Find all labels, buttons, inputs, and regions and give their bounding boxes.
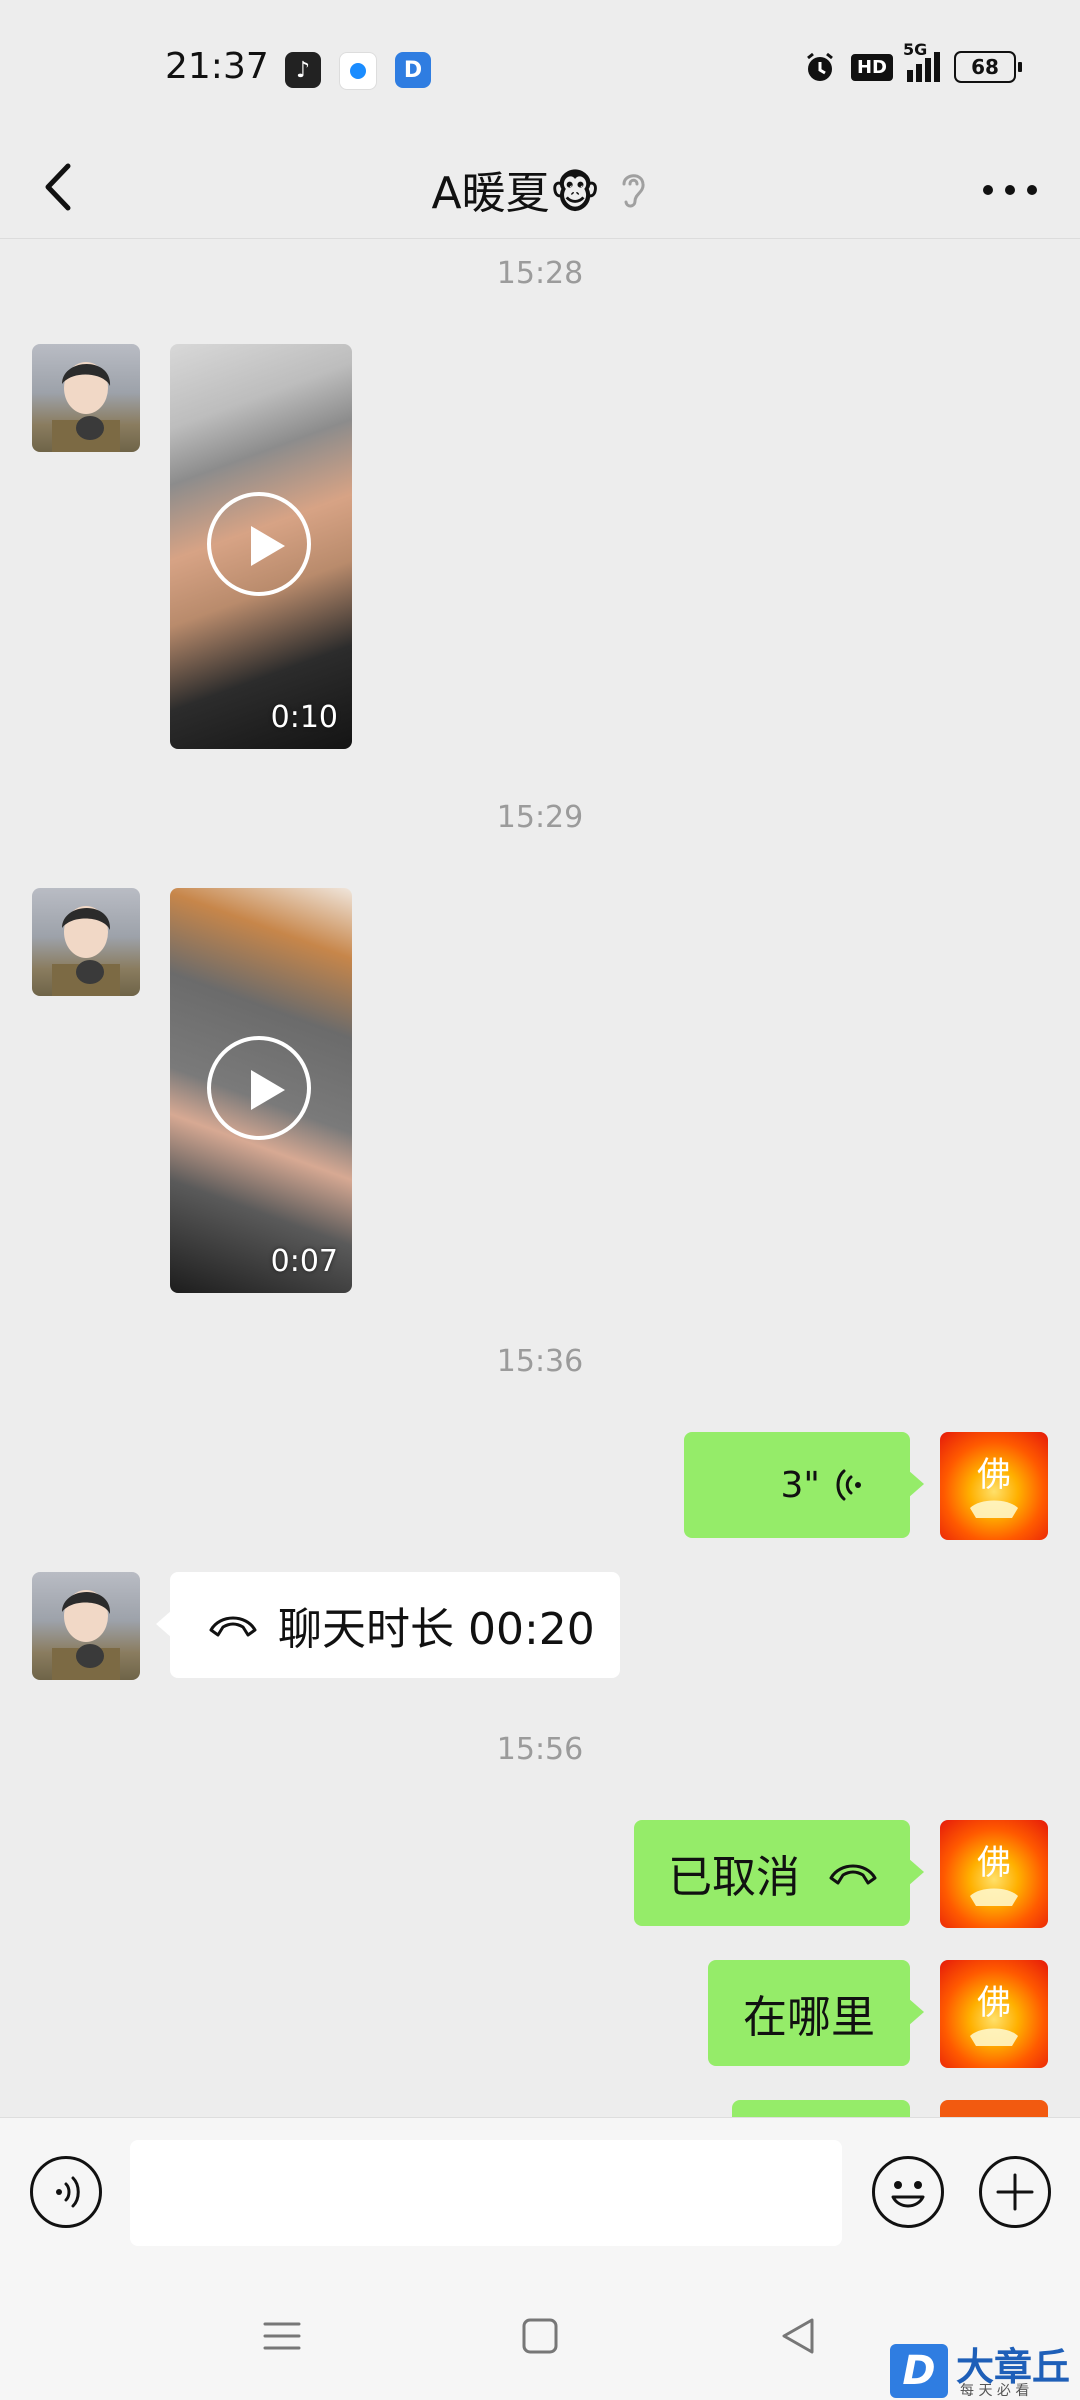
watermark-slogan: 每 天 必 看 [960, 2383, 1030, 2399]
more-functions-button[interactable] [979, 2156, 1051, 2228]
hd-badge: HD [850, 53, 893, 81]
my-avatar[interactable]: 佛 [940, 1960, 1048, 2068]
my-avatar-partial [940, 2100, 1048, 2117]
play-icon[interactable] [207, 1036, 311, 1140]
dazhangqiu-logo-icon: D [890, 2344, 948, 2398]
tiktok-icon: ♪ [285, 52, 321, 88]
call-cancelled-text: 已取消 [668, 1852, 800, 1903]
chat-title[interactable]: A暖夏🐵 [432, 157, 601, 221]
video-message[interactable]: 0:07 [170, 888, 352, 1293]
timestamp: 15:28 [496, 256, 584, 291]
timestamp: 15:36 [496, 1344, 584, 1379]
voice-duration: 3" [780, 1464, 820, 1506]
svg-text:佛: 佛 [977, 1843, 1011, 1883]
play-icon[interactable] [207, 492, 311, 596]
plus-icon [996, 2173, 1034, 2211]
video-duration: 0:07 [270, 1244, 338, 1279]
message-input[interactable] [130, 2140, 842, 2246]
smiley-icon [891, 2181, 925, 2208]
dazhangqiu-app-icon: D [395, 52, 431, 88]
voice-message[interactable]: 3" [684, 1432, 924, 1538]
browser-icon [339, 52, 377, 90]
battery-indicator: 68 [954, 51, 1022, 83]
svg-text:佛: 佛 [977, 1455, 1011, 1495]
message-bubble-partial[interactable] [732, 2100, 910, 2117]
watermark: D 大章丘 每 天 必 看 [880, 2330, 1080, 2400]
notification-icons: ♪ D [285, 52, 431, 90]
text-message[interactable]: 在哪里 [708, 1960, 924, 2066]
call-cancelled-message[interactable]: 已取消 [634, 1820, 924, 1926]
signal-indicator: 5G [903, 40, 940, 82]
friend-avatar[interactable] [32, 344, 140, 452]
friend-avatar[interactable] [32, 1572, 140, 1680]
video-message[interactable]: 0:10 [170, 344, 352, 749]
voice-icon [56, 2176, 80, 2208]
back-icon[interactable] [778, 2316, 818, 2356]
video-duration: 0:10 [270, 700, 338, 735]
home-icon[interactable] [520, 2316, 560, 2356]
input-bar [0, 2117, 1080, 2278]
svg-text:佛: 佛 [977, 1983, 1011, 2023]
timestamp: 15:56 [496, 1732, 584, 1767]
ear-icon [622, 174, 645, 208]
chat-header: A暖夏🐵 [0, 140, 1080, 239]
phone-icon [829, 1864, 877, 1885]
timestamp: 15:29 [496, 800, 584, 835]
more-options-icon[interactable] [980, 176, 1040, 204]
friend-avatar[interactable] [32, 888, 140, 996]
emoji-button[interactable] [872, 2156, 944, 2228]
my-avatar[interactable]: 佛 [940, 1820, 1048, 1928]
phone-icon [209, 1616, 257, 1637]
voice-input-button[interactable] [30, 2156, 102, 2228]
my-avatar[interactable]: 佛 [940, 1432, 1048, 1540]
status-bar: 21:37 ♪ D HD 5G 68 [0, 0, 1080, 140]
system-navigation-bar: D 大章丘 每 天 必 看 [0, 2278, 1080, 2400]
call-record-message[interactable]: 聊天时长 00:20 [156, 1572, 620, 1678]
call-duration-text: 聊天时长 00:20 [278, 1604, 595, 1655]
alarm-icon [807, 52, 833, 81]
menu-icon[interactable] [262, 2316, 302, 2356]
message-text: 在哪里 [743, 1992, 875, 2043]
clock: 21:37 [165, 46, 269, 87]
voice-wave-icon [836, 1469, 861, 1501]
